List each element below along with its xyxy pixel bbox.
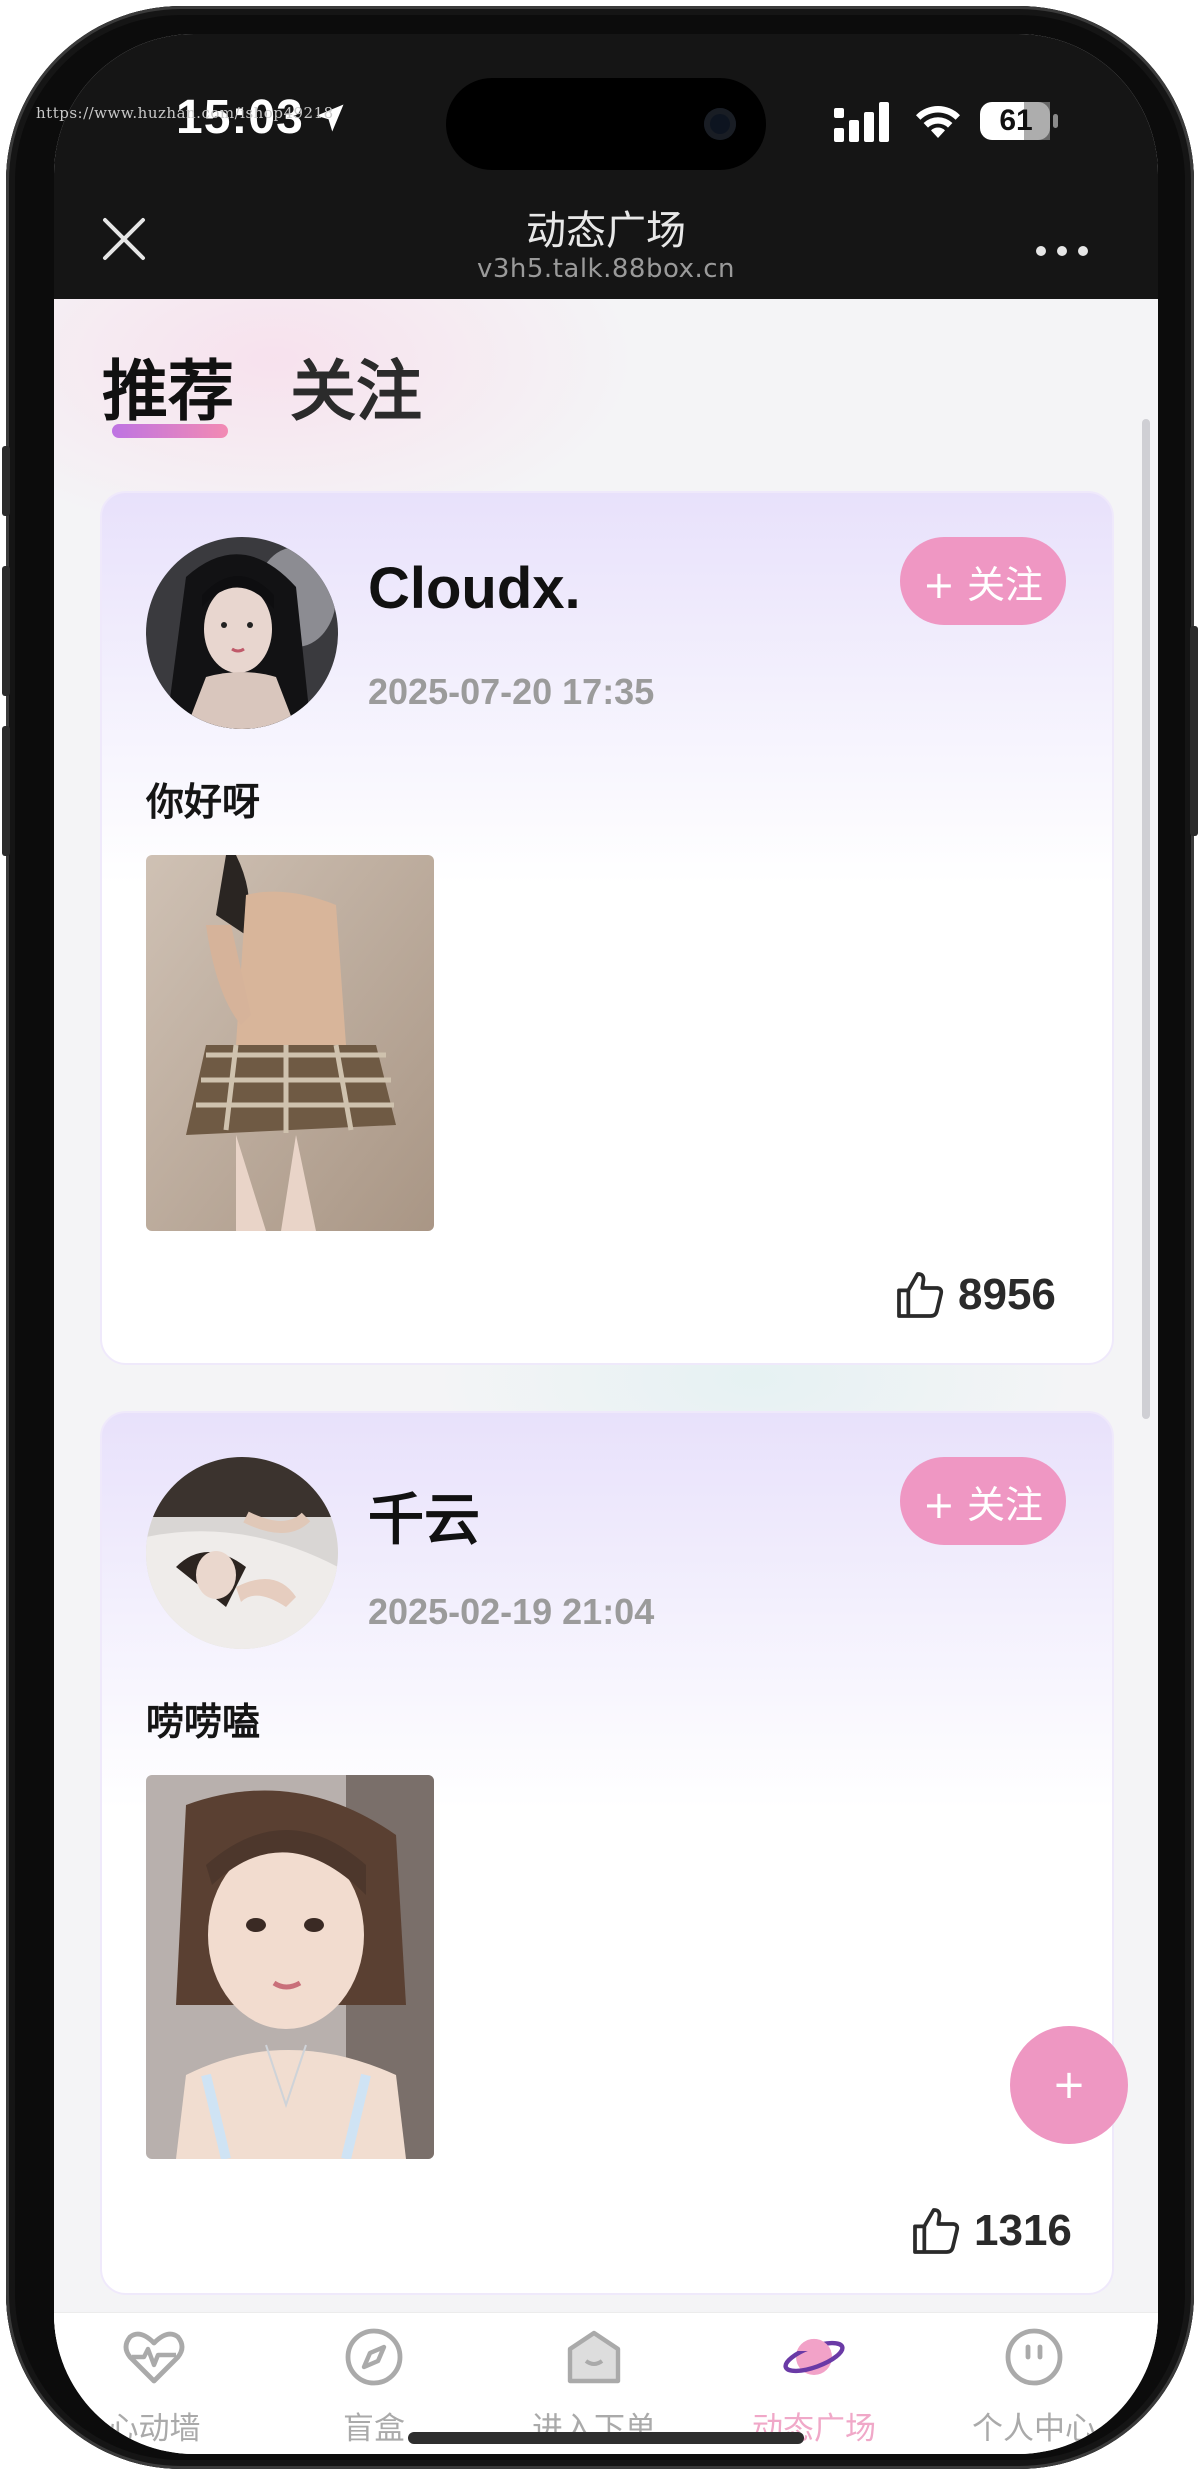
post-card: 千云 2025-02-19 21:04 + 关注 唠唠嗑 1316 [100,1411,1114,2295]
like-count: 8956 [958,1270,1056,1319]
post-card: Cloudx. 2025-07-20 17:35 + 关注 你好呀 8956 [100,491,1114,1365]
thumbs-up-icon [897,1272,944,1318]
like-count: 1316 [974,2206,1072,2255]
page-domain: v3h5.talk.88box.cn [476,254,735,284]
tab-heart-wall[interactable]: 心动墙 [54,2313,254,2454]
tab-label: 心动墙 [107,2411,201,2447]
feed-content: 推荐 关注 Cloudx. 2025-07-20 17:35 + 关注 你好呀 … [54,299,1158,2339]
volume-down-button [2,726,10,856]
dynamic-island [446,78,766,170]
post-image[interactable] [146,855,434,1231]
scrollbar[interactable] [1142,419,1150,1419]
phone-screen: 15:03 61 动态广场 v3h5.talk.88box.cn 推荐 关注 C… [54,34,1158,2454]
heart-pulse-icon [123,2331,185,2384]
avatar[interactable] [146,537,338,729]
phone-frame: 15:03 61 动态广场 v3h5.talk.88box.cn 推荐 关注 C… [2,6,1198,2469]
like-button[interactable]: 8956 [892,1267,1056,1323]
post-username[interactable]: Cloudx. [368,555,581,622]
camera-icon [704,108,736,140]
tab-label: 个人中心 [972,2411,1096,2447]
post-text: 唠唠嗑 [146,1700,261,1744]
wifi-icon [916,106,960,138]
page-title: 动态广场 [526,208,686,254]
watermark: https://www.huzhan.com/ishop49218 [36,104,334,122]
cellular-signal-icon [834,102,889,142]
planet-icon [783,2338,845,2375]
follow-button[interactable]: + 关注 [900,1457,1066,1545]
battery-level: 61 [999,104,1033,137]
like-button[interactable]: 1316 [908,2203,1072,2259]
post-username[interactable]: 千云 [368,1475,480,1556]
post-text: 你好呀 [146,780,261,824]
avatar[interactable] [146,1457,338,1649]
power-button [1190,626,1198,836]
follow-button[interactable]: + 关注 [900,537,1066,625]
tab-following[interactable]: 关注 [290,359,422,425]
post-timestamp: 2025-07-20 17:35 [368,671,655,712]
tab-profile[interactable]: 个人中心 [934,2313,1134,2454]
thumbs-up-icon [913,2208,960,2254]
post-timestamp: 2025-02-19 21:04 [368,1591,655,1632]
top-bar: 15:03 61 动态广场 v3h5.talk.88box.cn [54,34,1158,299]
more-icon[interactable] [1034,242,1090,262]
post-image[interactable] [146,1775,434,2159]
face-icon [1005,2328,1063,2386]
tab-recommend[interactable]: 推荐 [102,359,234,425]
box-icon [567,2330,621,2384]
action-button [2,446,10,516]
volume-up-button [2,566,10,696]
home-indicator[interactable] [408,2432,804,2444]
create-post-button[interactable]: + [1010,2026,1128,2144]
compass-icon [345,2328,403,2386]
